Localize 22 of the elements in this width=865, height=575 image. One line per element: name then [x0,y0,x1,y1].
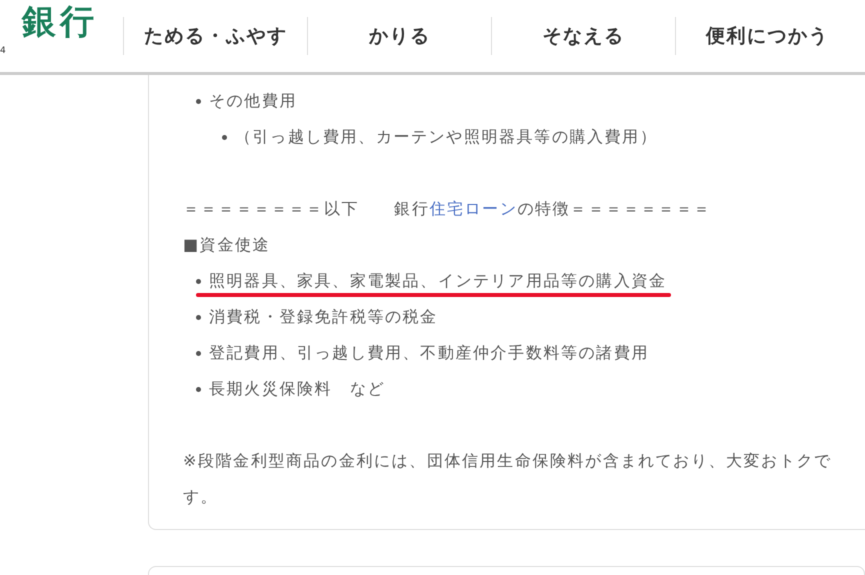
note-text: ※段階金利型商品の金利には、団体信用生命保険料が含まれており、大変おトクです。 [183,450,833,508]
list-item-text: 消費税・登録免許税等の税金 [209,306,438,328]
bullet-icon [222,134,227,140]
feature-heading: ＝＝＝＝＝＝＝＝以下 銀行住宅ローン の特徴＝＝＝＝＝＝＝＝ [183,198,712,220]
logo-caption: 4 [0,46,7,56]
bullet-icon [196,386,201,392]
bullet-icon [196,314,201,320]
section-label: ■資金使途 [183,234,272,256]
loan-link[interactable]: 住宅ローン [429,199,518,218]
bullet-icon [196,350,201,356]
nav-link[interactable]: そなえる [491,17,675,55]
list-item-text: 登記費用、引っ越し費用、不動産仲介手数料等の諸費用 [209,342,649,364]
nav-link[interactable]: かりる [307,17,491,55]
list-item-text: その他費用 [209,90,297,112]
bullet-icon [196,278,201,284]
bullet-icon [196,98,201,104]
list-item-text: （引っ越し費用、カーテンや照明器具等の購入費用） [235,126,658,148]
bank-logo[interactable]: 銀行 [0,2,123,42]
list-item-text: 長期火災保険料 など [209,378,385,400]
nav-link[interactable]: ためる・ふやす [123,17,307,55]
nav-link[interactable]: 便利につかう [675,17,859,55]
list-item-text: 照明器具、家具、家電製品、インテリア用品等の購入資金 [209,270,667,292]
